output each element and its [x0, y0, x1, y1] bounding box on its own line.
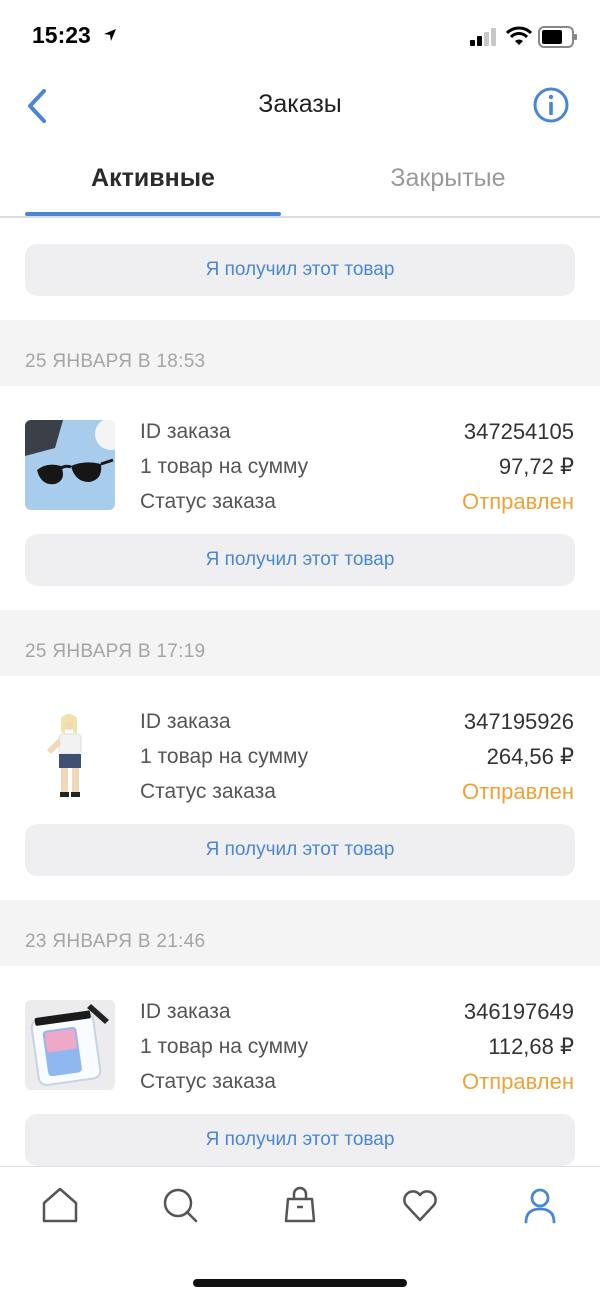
order-id-label: ID заказа [140, 1000, 231, 1023]
heart-icon[interactable] [400, 1185, 440, 1225]
order-status-label: Статус заказа [140, 490, 276, 513]
order-card: ID заказа 1 товар на сумму Статус заказа… [0, 966, 600, 1166]
profile-icon[interactable] [520, 1185, 560, 1225]
order-sum-label: 1 товар на сумму [140, 455, 309, 478]
home-indicator [193, 1279, 407, 1287]
search-icon[interactable] [160, 1185, 200, 1225]
product-image-phone-case[interactable] [25, 1000, 115, 1090]
received-item-button[interactable]: Я получил этот товар [25, 244, 575, 296]
order-id-label: ID заказа [140, 420, 231, 443]
order-sum-value: 264,56 ₽ [486, 744, 574, 769]
order-id-value: 347254105 [463, 419, 574, 444]
bag-icon[interactable] [280, 1185, 320, 1225]
received-item-button[interactable]: Я получил этот товар [25, 824, 575, 876]
status-bar: 15:23 [0, 0, 600, 72]
order-id-label: ID заказа [140, 710, 231, 733]
status-time: 15:23 [32, 22, 91, 48]
order-status-value: Отправлен [462, 1069, 574, 1094]
orders-list[interactable]: ​ Я получил этот товар 25 ЯНВАРЯ В 18:53… [0, 218, 600, 1166]
tab-active-orders[interactable]: Активные [25, 164, 281, 193]
info-icon[interactable] [532, 86, 570, 124]
product-image-outfit[interactable] [25, 710, 115, 800]
order-date: 25 ЯНВАРЯ В 17:19 [25, 641, 206, 662]
order-id-value: 347195926 [463, 709, 574, 734]
page-title: Заказы [258, 90, 342, 118]
order-card: ID заказа 1 товар на сумму Статус заказа… [0, 386, 600, 610]
bottom-tab-bar [0, 1166, 600, 1299]
tab-closed-orders[interactable]: Закрытые [320, 164, 576, 193]
received-item-button[interactable]: Я получил этот товар [25, 534, 575, 586]
home-icon[interactable] [40, 1185, 80, 1225]
order-date: 25 ЯНВАРЯ В 18:53 [25, 351, 206, 372]
order-card: ID заказа 1 товар на сумму Статус заказа… [0, 676, 600, 900]
product-image-sunglasses[interactable] [25, 420, 115, 510]
order-sum-label: 1 товар на сумму [140, 1035, 309, 1058]
order-status-label: Статус заказа [140, 780, 276, 803]
order-status-value: Отправлен [462, 489, 574, 514]
wifi-icon [506, 26, 532, 45]
battery-icon [538, 26, 577, 48]
received-item-button[interactable]: Я получил этот товар [25, 1114, 575, 1166]
order-status-value: Отправлен [462, 779, 574, 804]
order-tabs: Активные Закрытые [0, 142, 600, 218]
order-id-value: 346197649 [463, 999, 574, 1024]
order-sum-value: 112,68 ₽ [488, 1034, 574, 1059]
order-sum-value: 97,72 ₽ [498, 454, 574, 479]
order-sum-label: 1 товар на сумму [140, 745, 309, 768]
order-status-label: Статус заказа [140, 1070, 276, 1093]
location-arrow-icon [104, 29, 116, 41]
order-date: 23 ЯНВАРЯ В 21:46 [25, 931, 206, 952]
order-card-partial: ​ Я получил этот товар [0, 218, 600, 320]
nav-bar: Заказы [0, 72, 600, 142]
cellular-signal-icon [470, 28, 496, 46]
active-tab-indicator [25, 212, 281, 216]
